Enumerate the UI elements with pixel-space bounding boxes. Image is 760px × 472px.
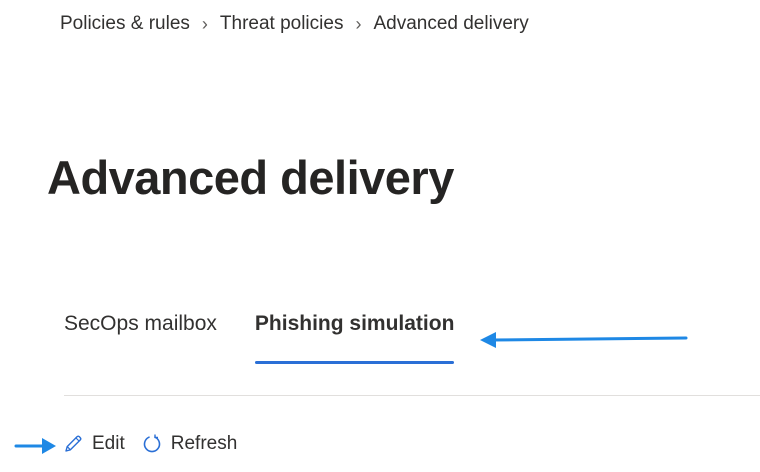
breadcrumb-separator-icon: › [355, 13, 362, 34]
annotation-arrow-icon [480, 332, 688, 348]
breadcrumb-item-policies-rules[interactable]: Policies & rules [60, 13, 190, 35]
breadcrumb-item-threat-policies[interactable]: Threat policies [220, 13, 344, 35]
edit-button[interactable]: Edit [62, 433, 125, 455]
edit-button-label: Edit [92, 433, 125, 454]
tab-phishing-simulation[interactable]: Phishing simulation [254, 300, 454, 364]
tab-secops-mailbox[interactable]: SecOps mailbox [64, 300, 217, 364]
breadcrumb-item-advanced-delivery: Advanced delivery [373, 13, 529, 34]
command-bar: Edit Refresh [62, 428, 237, 460]
tab-list: SecOps mailbox Phishing simulation [64, 300, 454, 370]
breadcrumb: Policies & rules › Threat policies › Adv… [60, 10, 529, 38]
page-title: Advanced delivery [47, 151, 454, 204]
breadcrumb-separator-icon: › [201, 13, 208, 34]
pencil-icon [62, 433, 84, 455]
divider [64, 395, 760, 396]
annotation-arrow-icon [14, 438, 56, 454]
refresh-button[interactable]: Refresh [141, 433, 238, 455]
refresh-icon [141, 433, 163, 455]
refresh-button-label: Refresh [170, 433, 238, 454]
